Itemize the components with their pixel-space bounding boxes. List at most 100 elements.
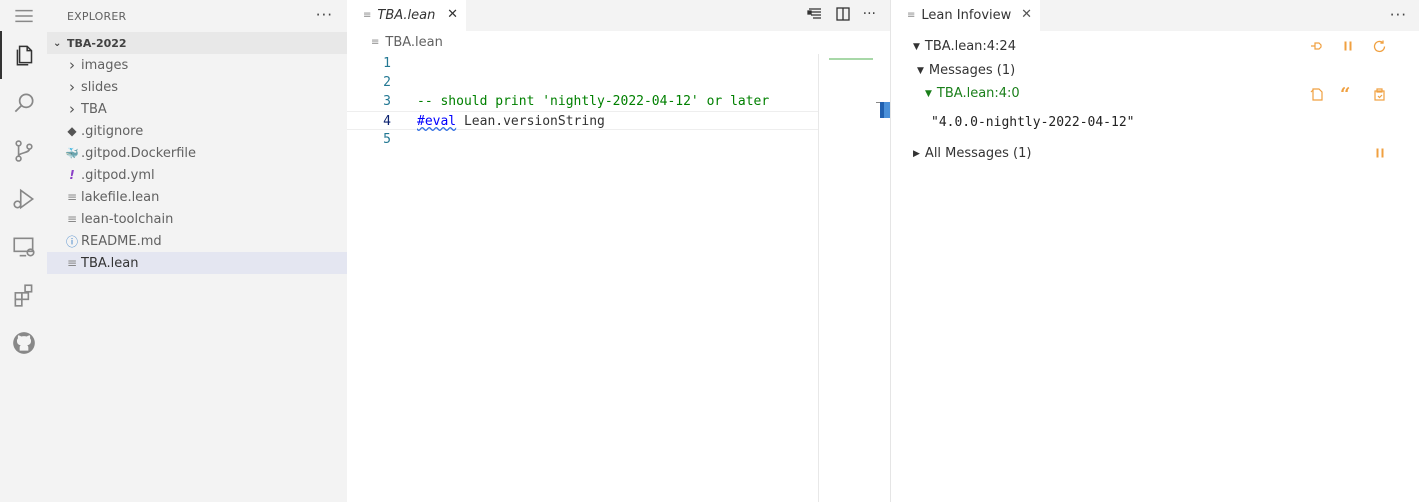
vertical-scrollbar[interactable]	[876, 54, 890, 502]
breadcrumb: ≡ TBA.lean	[347, 31, 890, 53]
refresh-icon[interactable]	[1372, 39, 1387, 58]
explorer-sidebar: EXPLORER ··· ⌄ TBA-2022 › images › slides › T…	[47, 0, 347, 502]
file-lines-icon: ≡	[907, 10, 916, 21]
code-line-current: 4 #eval Lean.versionString	[347, 111, 818, 130]
tree-item-label: lakefile.lean	[81, 189, 160, 205]
docker-icon: 🐳	[65, 146, 79, 160]
breadcrumb-file[interactable]: TBA.lean	[385, 35, 442, 50]
tree-item-readme-md[interactable]: ⓘ README.md	[47, 230, 347, 252]
pause-icon[interactable]	[1341, 39, 1355, 57]
gitignore-icon: ◆	[67, 124, 77, 138]
tree-item-label: slides	[81, 79, 119, 95]
close-icon[interactable]: ✕	[1021, 7, 1032, 22]
all-messages-label: All Messages (1)	[924, 146, 1032, 161]
code-line: 5	[347, 130, 818, 149]
all-messages-section[interactable]: ▶ All Messages (1)	[913, 146, 1031, 161]
tree-item-gitpod-dockerfile[interactable]: 🐳 .gitpod.Dockerfile	[47, 142, 347, 164]
pause-icon[interactable]	[1373, 146, 1387, 164]
tree-item-lean-toolchain[interactable]: ≡ lean-toolchain	[47, 208, 347, 230]
line-number: 4	[383, 114, 391, 129]
file-lines-icon: ≡	[363, 10, 372, 21]
code-area[interactable]: 1 2 3 -- should print 'nightly-2022-04-12…	[347, 54, 818, 149]
editor-actions: ···	[806, 6, 876, 26]
chevron-right-icon: ›	[69, 100, 75, 118]
goal-position-header[interactable]: ▼ TBA.lean:4:24	[913, 39, 1016, 54]
infoview-toggle-icon[interactable]	[806, 6, 823, 26]
position-label: TBA.lean:4:24	[924, 39, 1016, 54]
file-lines-icon: ≡	[66, 256, 78, 270]
tab-tba-lean[interactable]: ≡ TBA.lean ✕	[347, 0, 466, 31]
tree-item-label: README.md	[81, 233, 162, 249]
menu-icon[interactable]	[0, 0, 47, 31]
infoview-tabbar: ≡ Lean Infoview ✕ ···	[891, 0, 1419, 31]
split-editor-icon[interactable]	[835, 6, 851, 26]
tree-item-gitignore[interactable]: ◆ .gitignore	[47, 120, 347, 142]
folder-label: TBA-2022	[67, 36, 127, 50]
tree-item-gitpod-yml[interactable]: ! .gitpod.yml	[47, 164, 347, 186]
tree-item-lakefile-lean[interactable]: ≡ lakefile.lean	[47, 186, 347, 208]
chevron-down-icon: ⌄	[53, 37, 62, 49]
explorer-header: EXPLORER ···	[47, 0, 347, 32]
remote-explorer-icon[interactable]	[0, 223, 47, 271]
workspace-folder[interactable]: ⌄ TBA-2022	[47, 32, 347, 54]
tree-item-tba-lean[interactable]: ≡ TBA.lean	[47, 252, 347, 274]
triangle-right-icon: ▶	[913, 148, 920, 159]
pin-icon[interactable]	[1309, 39, 1323, 57]
tree-item-label: TBA.lean	[81, 255, 139, 271]
minimap[interactable]	[818, 54, 876, 502]
tree-item-label: .gitpod.Dockerfile	[81, 145, 197, 161]
tree-item-images[interactable]: › images	[47, 54, 347, 76]
quote-icon[interactable]: “	[1340, 84, 1350, 105]
editor-tabbar: ≡ TBA.lean ✕ ···	[347, 0, 890, 31]
line-number: 1	[383, 56, 391, 71]
run-debug-icon[interactable]	[0, 175, 47, 223]
triangle-down-icon: ▼	[913, 41, 920, 52]
line-number: 3	[383, 94, 391, 109]
tree-item-label: .gitignore	[81, 123, 144, 139]
messages-section[interactable]: ▼ Messages (1)	[917, 63, 1015, 78]
code-line: 2	[347, 73, 818, 92]
explorer-title: EXPLORER	[67, 9, 127, 23]
search-icon[interactable]	[0, 79, 47, 127]
explorer-icon[interactable]	[0, 31, 47, 79]
yaml-icon: !	[69, 168, 75, 182]
triangle-down-icon: ▼	[925, 88, 932, 99]
lean-infoview-panel: ≡ Lean Infoview ✕ ··· ▼ TBA.lean:4:24 ▼ …	[890, 0, 1419, 502]
minimap-line	[829, 58, 873, 60]
message-location-label: TBA.lean:4:0	[936, 86, 1020, 101]
copy-to-comment-icon[interactable]	[1372, 87, 1387, 106]
tree-item-label: lean-toolchain	[81, 211, 174, 227]
more-actions-icon[interactable]: ···	[863, 6, 876, 26]
file-lines-icon: ≡	[66, 212, 78, 226]
go-to-file-icon[interactable]	[1309, 87, 1324, 106]
line-number: 2	[383, 75, 391, 90]
chevron-right-icon: ›	[69, 56, 75, 74]
info-icon: ⓘ	[65, 234, 78, 249]
file-lines-icon: ≡	[371, 36, 380, 48]
tree-item-slides[interactable]: › slides	[47, 76, 347, 98]
extensions-icon[interactable]	[0, 271, 47, 319]
message-location[interactable]: ▼ TBA.lean:4:0	[925, 86, 1020, 101]
eval-result: "4.0.0-nightly-2022-04-12"	[931, 115, 1135, 130]
file-lines-icon: ≡	[66, 190, 78, 204]
tab-lean-infoview[interactable]: ≡ Lean Infoview ✕	[891, 0, 1040, 31]
tree-item-label: TBA	[81, 101, 107, 117]
close-icon[interactable]: ✕	[447, 7, 458, 22]
scrollbar-marker	[880, 102, 890, 118]
code-line: 3 -- should print 'nightly-2022-04-12' or…	[347, 92, 818, 111]
triangle-down-icon: ▼	[917, 65, 924, 76]
more-actions-icon[interactable]: ···	[1390, 6, 1407, 24]
more-actions-icon[interactable]: ···	[316, 6, 333, 24]
chevron-right-icon: ›	[69, 78, 75, 96]
code-comment: -- should print 'nightly-2022-04-12' or …	[417, 94, 770, 109]
tab-label: Lean Infoview	[921, 8, 1012, 23]
eval-keyword: #eval	[417, 114, 457, 129]
github-icon[interactable]	[0, 319, 47, 367]
activity-bar	[0, 0, 47, 502]
source-control-icon[interactable]	[0, 127, 47, 175]
tab-label: TBA.lean	[377, 8, 436, 23]
tree-item-label: images	[81, 57, 129, 73]
editor-group: ≡ TBA.lean ✕ ··· ≡ TBA.lean 1 2 3 -- shou…	[347, 0, 890, 502]
tree-item-tba[interactable]: › TBA	[47, 98, 347, 120]
code-line: 1	[347, 54, 818, 73]
